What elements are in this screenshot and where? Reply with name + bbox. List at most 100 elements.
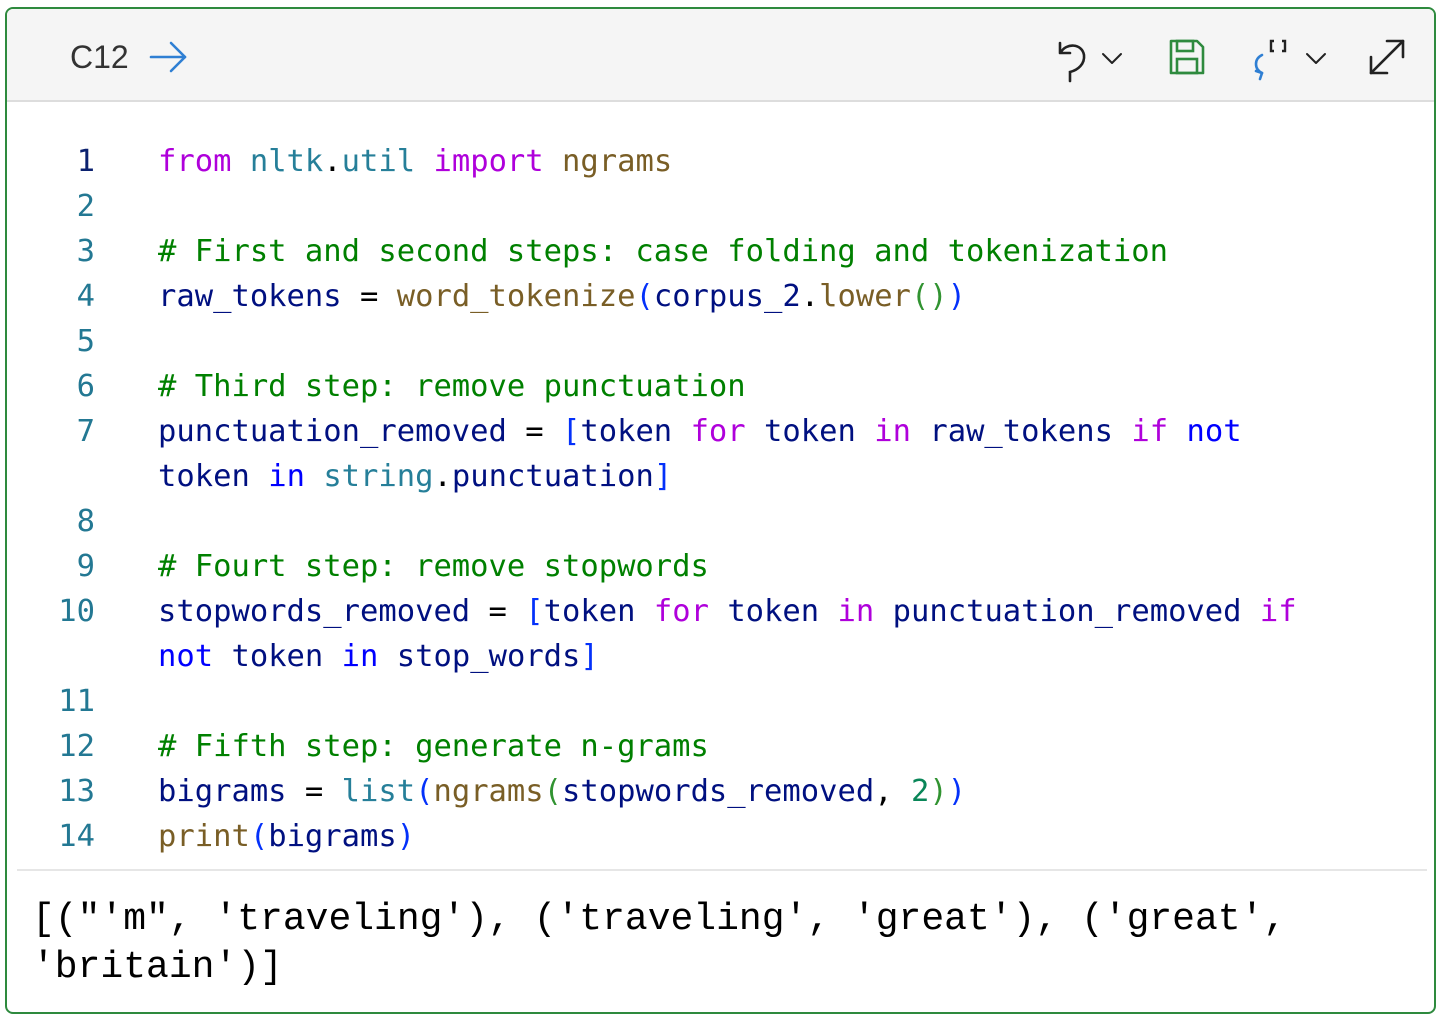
code-token: stop_words	[396, 639, 581, 674]
code-token: # Fourt step: remove stopwords	[158, 549, 709, 584]
code-token: for	[653, 594, 709, 629]
code-line[interactable]: 12 # Fifth step: generate n-grams	[7, 724, 1434, 769]
code-token: in	[268, 459, 305, 494]
line-number: 9	[76, 549, 95, 584]
expand-button[interactable]	[1365, 35, 1409, 79]
code-token: ngrams	[433, 774, 544, 809]
code-token: =	[341, 279, 397, 314]
line-number: 11	[58, 684, 95, 719]
code-token: bigrams	[158, 774, 287, 809]
code-text: token in string.punctuation]	[158, 454, 672, 499]
code-token: (	[415, 774, 434, 809]
code-editor[interactable]: 1 from nltk.util import ngrams 2 3 # First a…	[7, 139, 1434, 859]
code-token: in	[837, 594, 875, 629]
cell-reference: C12	[70, 39, 129, 75]
code-token: .	[800, 279, 820, 314]
line-number: 4	[76, 279, 95, 314]
code-token: punctuation_removed	[158, 414, 507, 449]
code-line[interactable]: token in string.punctuation]	[7, 454, 1434, 499]
code-token: )	[396, 819, 416, 854]
go-to-cell-button[interactable]	[147, 37, 193, 77]
code-token: word_tokenize	[396, 279, 636, 314]
code-text: from nltk.util import ngrams	[158, 139, 672, 184]
code-token: ngrams	[562, 144, 673, 179]
code-token: lower	[819, 279, 911, 314]
code-line[interactable]: 8	[7, 499, 1434, 544]
code-line[interactable]: 13 bigrams = list(ngrams(stopwords_remove…	[7, 769, 1434, 814]
line-number: 12	[58, 729, 95, 764]
code-line[interactable]: 3 # First and second steps: case folding …	[7, 229, 1434, 274]
code-text: stopwords_removed = [token for token in …	[158, 589, 1297, 634]
code-token: [	[561, 414, 581, 449]
code-token: stopwords_removed	[562, 774, 875, 809]
code-token: )	[947, 279, 967, 314]
code-token: nltk	[249, 144, 324, 179]
reset-menu-button[interactable]	[1303, 49, 1329, 67]
code-token: ,	[874, 774, 911, 809]
output-line: 'britain')]	[32, 946, 283, 989]
output-line: [("'m", 'traveling'), ('traveling', 'gre…	[32, 898, 1287, 941]
code-line[interactable]: 7 punctuation_removed = [token for token …	[7, 409, 1434, 454]
code-text: # Fifth step: generate n-grams	[158, 724, 709, 769]
code-text: raw_tokens = word_tokenize(corpus_2.lowe…	[158, 274, 966, 319]
code-token: import	[433, 144, 544, 179]
cell-toolbar: C12	[7, 9, 1434, 102]
reset-button[interactable]	[1250, 35, 1300, 81]
code-token: token	[580, 414, 673, 449]
output-divider	[17, 869, 1427, 871]
code-token: in	[874, 414, 911, 449]
code-token: (	[249, 819, 269, 854]
code-token: =	[470, 594, 526, 629]
code-token: token	[158, 459, 250, 494]
code-token: util	[341, 144, 416, 179]
code-text: bigrams = list(ngrams(stopwords_removed,…	[158, 769, 966, 814]
code-line[interactable]: 4 raw_tokens = word_tokenize(corpus_2.low…	[7, 274, 1434, 319]
code-token: raw_tokens	[929, 414, 1113, 449]
undo-icon	[1058, 41, 1086, 83]
code-token: ]	[580, 639, 599, 674]
code-line[interactable]: not token in stop_words]	[7, 634, 1434, 679]
undo-button[interactable]	[1052, 37, 1092, 83]
code-token: string	[323, 459, 434, 494]
code-line[interactable]: 5	[7, 319, 1434, 364]
code-line[interactable]: 6 # Third step: remove punctuation	[7, 364, 1434, 409]
code-line[interactable]: 11	[7, 679, 1434, 724]
code-token: # Third step: remove punctuation	[158, 369, 746, 404]
code-line[interactable]: 2	[7, 184, 1434, 229]
code-token: =	[506, 414, 562, 449]
code-line[interactable]: 14 print(bigrams)	[7, 814, 1434, 859]
code-line[interactable]: 10 stopwords_removed = [token for token i…	[7, 589, 1434, 634]
code-token: =	[286, 774, 342, 809]
chevron-down-icon	[1102, 53, 1122, 64]
code-line[interactable]: 1 from nltk.util import ngrams	[7, 139, 1434, 184]
code-token: print	[158, 819, 250, 854]
undo-menu-button[interactable]	[1099, 49, 1125, 67]
code-token: list	[341, 774, 416, 809]
line-number: 6	[76, 369, 95, 404]
code-token: from	[158, 144, 232, 179]
code-text: # First and second steps: case folding a…	[158, 229, 1168, 274]
code-token: stopwords_removed	[158, 594, 471, 629]
code-token: for	[690, 414, 746, 449]
code-token: [	[525, 594, 544, 629]
save-button[interactable]	[1167, 37, 1207, 77]
code-text: not token in stop_words]	[158, 634, 599, 679]
notebook-cell[interactable]: C12 1 from nltk.util import ngrams 2 3 #…	[5, 7, 1436, 1014]
chevron-down-icon	[1306, 53, 1326, 64]
expand-diagonal-icon	[1369, 39, 1405, 75]
code-token: (	[543, 774, 563, 809]
code-token: in	[341, 639, 379, 674]
code-token: not	[1186, 414, 1242, 449]
code-token: (	[635, 279, 654, 314]
code-line[interactable]: 9 # Fourt step: remove stopwords	[7, 544, 1434, 589]
